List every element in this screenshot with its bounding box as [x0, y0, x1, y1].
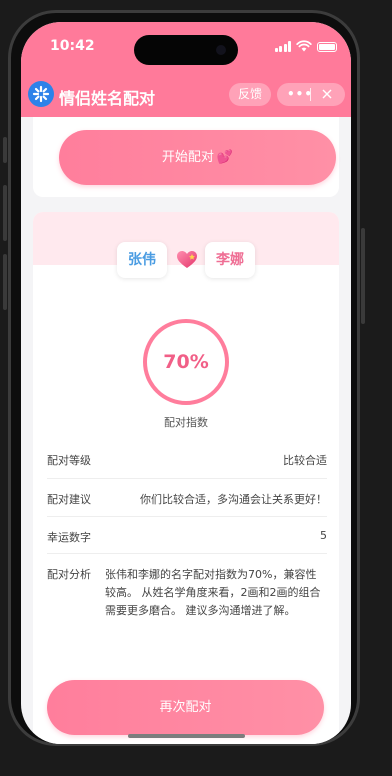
- wifi-icon: [296, 40, 312, 52]
- detail-list: 配对等级 比较合适 配对建议 你们比较合适，多沟通会让关系更好！ 幸运数字 5 …: [47, 442, 327, 654]
- volume-up-button: [3, 185, 7, 241]
- score-ring: 70%: [143, 319, 229, 405]
- top-bar: 10:42 情侣姓名配对 反馈 •••: [21, 22, 351, 117]
- home-indicator: [128, 734, 245, 738]
- power-button: [361, 228, 365, 324]
- page-title: 情侣姓名配对: [59, 89, 156, 108]
- detail-row-advice: 配对建议 你们比较合适，多沟通会让关系更好！: [47, 479, 327, 517]
- analysis-text: 张伟和李娜的名字配对指数为70%，兼容性较高。 从姓名学角度来看，2画和2画的组…: [105, 568, 321, 617]
- volume-down-button: [3, 254, 7, 310]
- detail-key: 配对分析: [47, 568, 91, 581]
- detail-key: 配对建议: [47, 493, 91, 506]
- battery-icon: [317, 42, 337, 52]
- screen: 10:42 情侣姓名配对 反馈 ••• 开始配对 💕 张伟 李娜 70% 配对指…: [21, 22, 351, 744]
- input-card: 开始配对 💕: [33, 117, 339, 197]
- name2-chip: 李娜: [205, 242, 255, 278]
- content-area: 开始配对 💕 张伟 李娜 70% 配对指数 配对等级 比较合适 配对建议 你们比…: [21, 117, 351, 744]
- close-icon[interactable]: [319, 86, 335, 102]
- name1-chip: 张伟: [117, 242, 167, 278]
- result-card: 张伟 李娜 70% 配对指数 配对等级 比较合适 配对建议 你们比较合适，多沟通…: [33, 212, 339, 744]
- start-button-label: 开始配对: [161, 150, 214, 165]
- hearts-emoji: 💕: [216, 150, 234, 165]
- feedback-button[interactable]: 反馈: [229, 83, 271, 106]
- match-again-button[interactable]: 再次配对: [47, 680, 324, 735]
- detail-row-level: 配对等级 比较合适: [47, 442, 327, 479]
- start-match-button[interactable]: 开始配对 💕: [59, 130, 336, 185]
- signal-icon: [274, 41, 291, 52]
- detail-row-analysis: 配对分析 张伟和李娜的名字配对指数为70%，兼容性较高。 从姓名学角度来看，2画…: [47, 554, 327, 654]
- app-logo-icon: [28, 81, 54, 107]
- detail-row-lucky-number: 幸运数字 5: [47, 517, 327, 554]
- capsule-menu: •••: [277, 83, 345, 106]
- detail-key: 配对等级: [47, 454, 91, 467]
- score-label: 配对指数: [164, 416, 208, 429]
- mute-switch: [3, 137, 7, 163]
- status-icons: [274, 40, 337, 52]
- detail-key: 幸运数字: [47, 531, 91, 544]
- more-button[interactable]: •••: [287, 88, 312, 101]
- detail-value: 5: [320, 529, 327, 542]
- dynamic-island: [134, 35, 238, 65]
- heart-icon: [177, 251, 197, 268]
- status-time: 10:42: [50, 38, 95, 54]
- nav-bar: 情侣姓名配对 反馈 •••: [21, 80, 351, 118]
- detail-value: 你们比较合适，多沟通会让关系更好！: [140, 493, 327, 506]
- detail-value: 比较合适: [283, 454, 327, 467]
